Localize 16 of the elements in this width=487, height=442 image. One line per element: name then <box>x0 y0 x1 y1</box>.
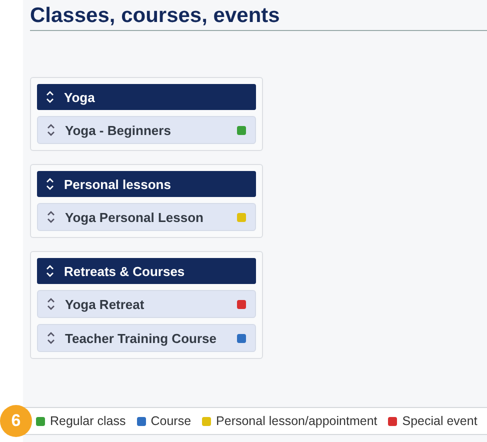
legend-label: Personal lesson/appointment <box>216 414 378 428</box>
legend-label: Regular class <box>50 414 126 428</box>
group-header[interactable]: Personal lessons <box>37 171 256 197</box>
page-title: Classes, courses, events <box>30 4 487 31</box>
sort-icon[interactable] <box>47 211 55 223</box>
event-item[interactable]: Yoga Retreat <box>37 290 256 318</box>
event-item[interactable]: Yoga - Beginners <box>37 116 256 144</box>
sort-icon[interactable] <box>47 298 55 310</box>
group-header[interactable]: Yoga <box>37 84 256 110</box>
sort-icon[interactable] <box>47 332 55 344</box>
group-header[interactable]: Retreats & Courses <box>37 258 256 284</box>
event-item[interactable]: Teacher Training Course <box>37 324 256 352</box>
legend-label: Course <box>150 414 192 428</box>
legend-label: Special event <box>402 414 478 428</box>
sort-icon[interactable] <box>47 124 55 136</box>
event-item[interactable]: Yoga Personal Lesson <box>37 203 256 231</box>
